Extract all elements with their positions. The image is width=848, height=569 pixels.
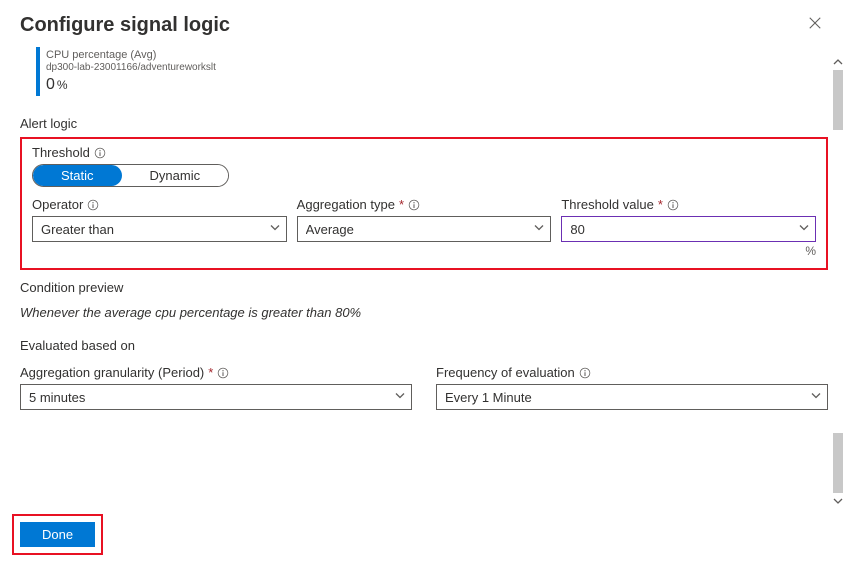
scroll-down-arrow-icon[interactable] [830, 493, 846, 509]
frequency-label: Frequency of evaluation [436, 365, 575, 380]
frequency-select[interactable] [436, 384, 828, 410]
info-icon[interactable] [94, 147, 106, 159]
scrollbar-thumb[interactable] [833, 433, 843, 493]
metric-name: CPU percentage (Avg) [46, 49, 216, 62]
alert-logic-highlight: Threshold Static Dynamic Operator [20, 137, 828, 270]
aggregation-select[interactable] [297, 216, 552, 242]
scrollbar-track[interactable] [830, 70, 846, 493]
done-highlight: Done [12, 514, 103, 555]
required-marker: * [399, 197, 404, 212]
scrollbar-thumb[interactable] [833, 70, 843, 130]
panel-footer: Done [12, 514, 103, 555]
info-icon[interactable] [579, 367, 591, 379]
threshold-value-input[interactable] [561, 216, 816, 242]
alert-logic-label: Alert logic [20, 116, 828, 131]
aggregation-label: Aggregation type [297, 197, 395, 212]
scrollbar[interactable] [830, 54, 846, 509]
condition-preview-label: Condition preview [20, 280, 828, 295]
required-marker: * [658, 197, 663, 212]
condition-preview-text: Whenever the average cpu percentage is g… [20, 305, 828, 320]
done-button[interactable]: Done [20, 522, 95, 547]
threshold-value-label-row: Threshold value * [561, 197, 816, 212]
threshold-value-label: Threshold value [561, 197, 654, 212]
required-marker: * [208, 365, 213, 380]
operator-label-row: Operator [32, 197, 287, 212]
operator-select[interactable] [32, 216, 287, 242]
threshold-dynamic-option[interactable]: Dynamic [122, 165, 229, 186]
info-icon[interactable] [87, 199, 99, 211]
metric-card: CPU percentage (Avg) dp300-lab-23001166/… [36, 47, 828, 96]
metric-value: 0% [46, 76, 216, 94]
metric-value-unit: % [57, 78, 68, 92]
aggregation-label-row: Aggregation type * [297, 197, 552, 212]
info-icon[interactable] [217, 367, 229, 379]
threshold-unit: % [561, 244, 816, 258]
threshold-label-row: Threshold [32, 145, 816, 160]
info-icon[interactable] [667, 199, 679, 211]
granularity-label: Aggregation granularity (Period) [20, 365, 204, 380]
threshold-label: Threshold [32, 145, 90, 160]
metric-value-number: 0 [46, 76, 55, 93]
frequency-label-row: Frequency of evaluation [436, 365, 828, 380]
close-icon[interactable] [802, 14, 828, 36]
granularity-select[interactable] [20, 384, 412, 410]
evaluated-based-on-label: Evaluated based on [20, 338, 828, 353]
threshold-toggle: Static Dynamic [32, 164, 229, 187]
metric-accent-bar [36, 47, 40, 96]
granularity-label-row: Aggregation granularity (Period) * [20, 365, 412, 380]
panel-header: Configure signal logic [0, 0, 848, 41]
scroll-up-arrow-icon[interactable] [830, 54, 846, 70]
panel-title: Configure signal logic [20, 14, 230, 37]
info-icon[interactable] [408, 199, 420, 211]
metric-path: dp300-lab-23001166/adventureworkslt [46, 62, 216, 74]
threshold-static-option[interactable]: Static [33, 165, 122, 186]
operator-label: Operator [32, 197, 83, 212]
